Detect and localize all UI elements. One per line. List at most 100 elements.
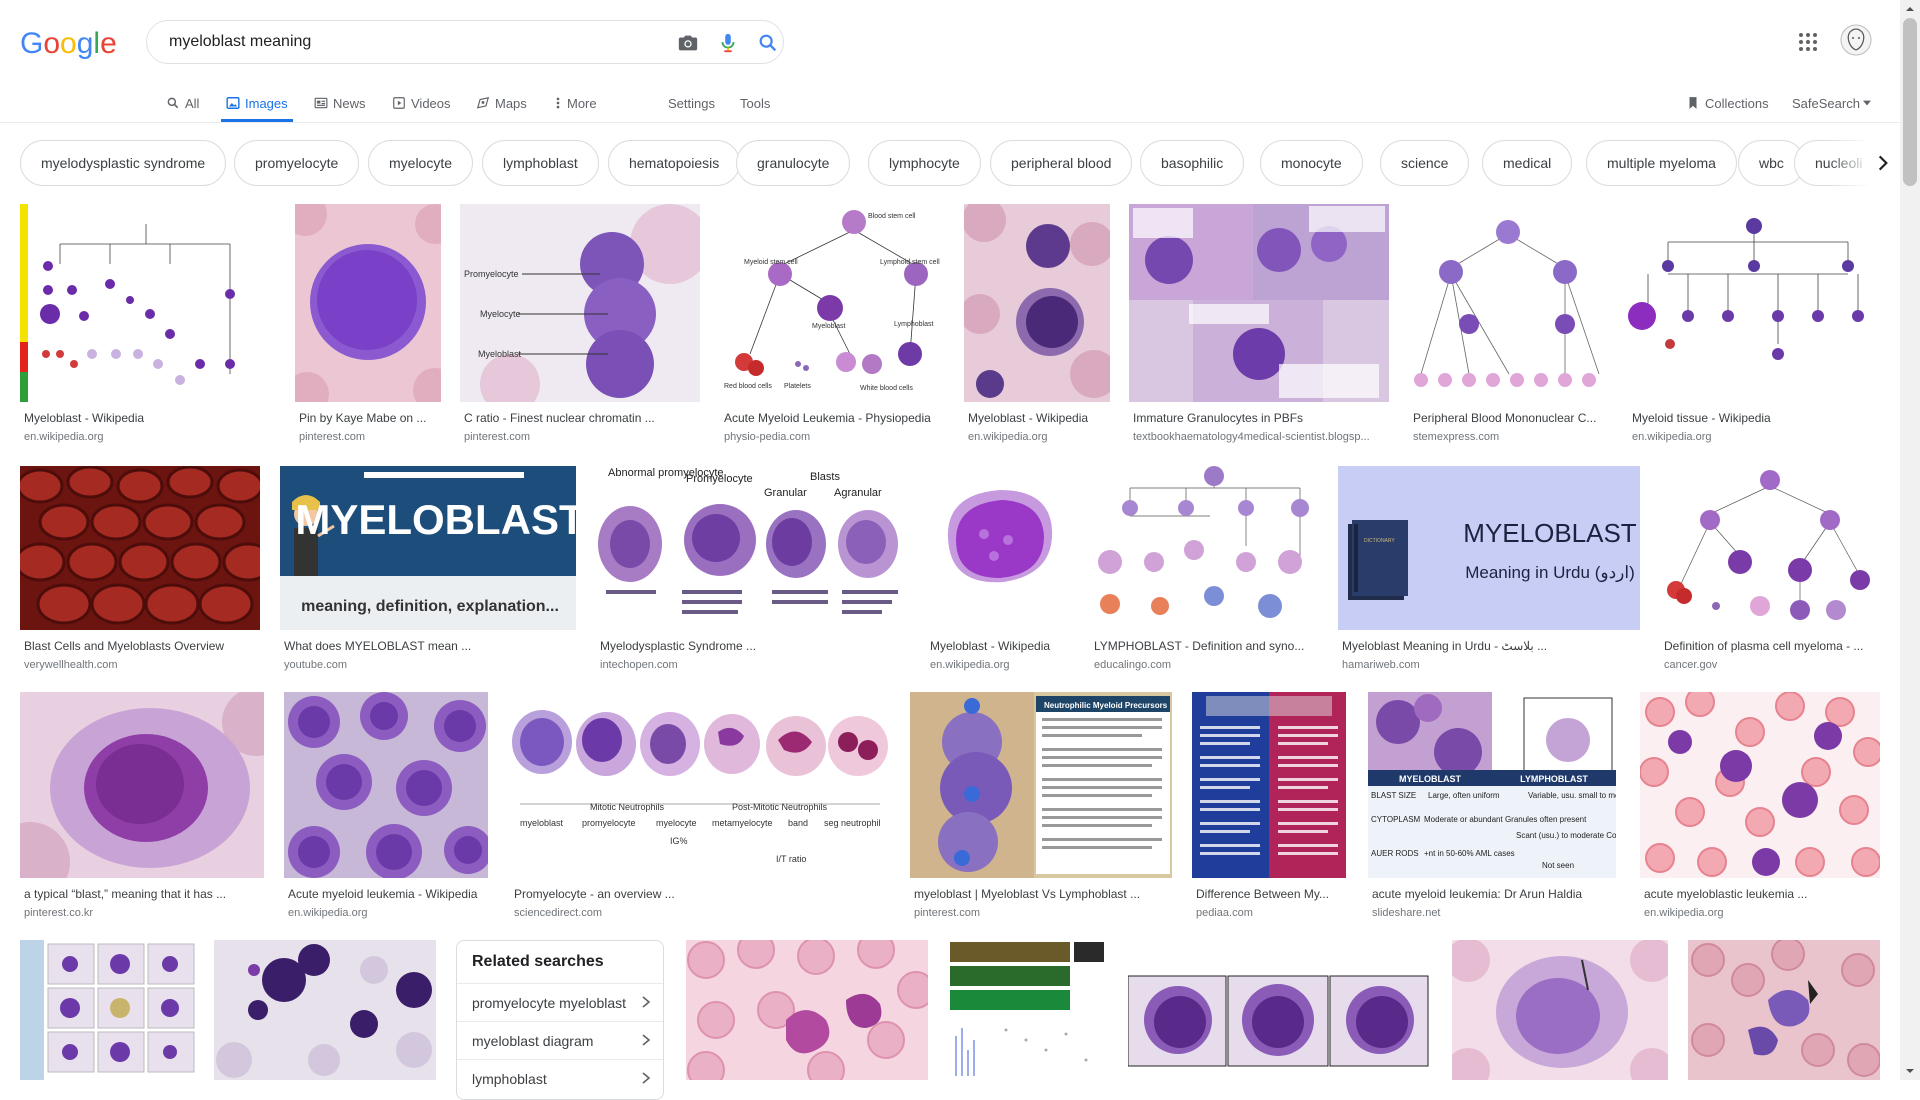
result-title[interactable]: Acute myeloid leukemia - Wikipedia [288,887,488,901]
image-result[interactable]: a typical “blast,” meaning that it has .… [20,692,264,922]
tab-videos[interactable]: Videos [392,84,451,122]
result-thumbnail[interactable] [1640,692,1880,878]
result-source[interactable]: en.wikipedia.org [1632,431,1880,443]
result-title[interactable]: Myeloblast Meaning in Urdu - بلاسٹ ... [1342,639,1640,653]
result-source[interactable]: en.wikipedia.org [24,431,272,443]
result-thumbnail[interactable] [20,940,196,1080]
result-source[interactable]: textbookhaematology4medical-scientist.bl… [1133,431,1389,443]
chip[interactable]: lymphoblast [482,140,599,186]
image-result[interactable]: Myeloblast - Wikipedia en.wikipedia.org [20,204,272,444]
image-result[interactable]: Pin by Kaye Mabe on ... pinterest.com [295,204,441,444]
search-input[interactable] [167,32,631,52]
result-source[interactable]: sciencedirect.com [514,907,890,919]
result-title[interactable]: acute myeloblastic leukemia ... [1644,887,1880,901]
result-thumbnail[interactable]: MYELOBLAST LYMPHOBLAST BLAST SIZE Large,… [1368,692,1616,878]
chip[interactable]: promyelocyte [234,140,360,186]
result-source[interactable]: en.wikipedia.org [288,907,488,919]
result-thumbnail[interactable] [20,692,264,878]
result-title[interactable]: Peripheral Blood Mononuclear C... [1413,411,1607,425]
result-thumbnail[interactable] [214,940,436,1080]
result-thumbnail[interactable]: Blood stem cell Myeloid stem cell Lympho… [720,204,944,402]
tab-settings[interactable]: Settings [668,84,715,122]
image-result[interactable]: Acute myeloid leukemia - Wikipedia en.wi… [284,692,488,922]
result-source[interactable]: pinterest.co.kr [24,907,264,919]
related-search-item[interactable]: lymphoblast [457,1059,663,1097]
result-source[interactable]: educalingo.com [1094,659,1318,671]
tab-more[interactable]: More [554,84,597,122]
result-thumbnail[interactable]: Neutrophilic Myeloid Precursors [910,692,1172,878]
result-thumbnail[interactable] [20,204,272,402]
image-result[interactable]: MYELOBLAST LYMPHOBLAST BLAST SIZE Large,… [1368,692,1616,922]
result-title[interactable]: Immature Granulocytes in PBFs [1133,411,1389,425]
result-thumbnail[interactable] [1090,466,1318,630]
result-thumbnail[interactable] [284,692,488,878]
image-result[interactable]: Immature Granulocytes in PBFs textbookha… [1129,204,1389,444]
result-thumbnail[interactable] [1452,940,1668,1080]
result-title[interactable]: Myeloblast - Wikipedia [24,411,272,425]
result-title[interactable]: C ratio - Finest nuclear chromatin ... [464,411,700,425]
result-source[interactable]: en.wikipedia.org [968,431,1110,443]
result-thumbnail[interactable] [20,466,260,630]
result-source[interactable]: en.wikipedia.org [1644,907,1880,919]
image-result[interactable]: Promyelocyte Myelocyte Myeloblast C rati… [460,204,700,444]
image-result[interactable]: Myeloid tissue - Wikipedia en.wikipedia.… [1628,204,1880,444]
result-title[interactable]: Acute Myeloid Leukemia - Physiopedia [724,411,944,425]
chip[interactable]: monocyte [1260,140,1363,186]
camera-icon[interactable] [677,32,699,54]
image-result[interactable]: Neutrophilic Myeloid Precursors myelobla… [910,692,1172,922]
scrollbar-thumb[interactable] [1903,18,1917,186]
chevron-right-icon[interactable] [1868,148,1898,178]
result-source[interactable]: physio-pedia.com [724,431,944,443]
tab-maps[interactable]: Maps [476,84,527,122]
result-thumbnail[interactable] [1628,204,1880,402]
result-title[interactable]: Promyelocyte - an overview ... [514,887,890,901]
result-title[interactable]: Myeloid tissue - Wikipedia [1632,411,1880,425]
microphone-icon[interactable] [717,32,739,54]
page-scrollbar[interactable] [1900,0,1920,1080]
result-thumbnail[interactable] [946,940,1108,1080]
result-title[interactable]: Myeloblast - Wikipedia [930,639,1070,653]
image-result[interactable]: Mitotic Neutrophils Post-Mitotic Neutrop… [510,692,890,922]
result-thumbnail[interactable]: Promyelocyte Myelocyte Myeloblast [460,204,700,402]
result-thumbnail[interactable] [686,940,928,1080]
google-logo[interactable]: Google [20,26,117,60]
result-thumbnail[interactable] [295,204,441,402]
tab-all[interactable]: All [166,84,199,122]
image-result[interactable] [946,940,1108,1080]
result-thumbnail[interactable] [964,204,1110,402]
result-source[interactable]: pinterest.com [464,431,700,443]
image-result[interactable]: LYMPHOBLAST - Definition and syno... edu… [1090,466,1318,676]
chip[interactable]: myelodysplastic syndrome [20,140,227,186]
image-result[interactable]: Definition of plasma cell myeloma - ... … [1660,466,1880,676]
image-result[interactable] [20,940,196,1080]
result-source[interactable]: stemexpress.com [1413,431,1607,443]
chip[interactable]: lymphocyte [868,140,981,186]
result-source[interactable]: pediaa.com [1196,907,1346,919]
chip[interactable]: granulocyte [736,140,851,186]
tab-news[interactable]: News [314,84,366,122]
chip[interactable]: science [1380,140,1470,186]
result-source[interactable]: intechopen.com [600,659,906,671]
image-result[interactable]: MYELOBLAST meaning, definition, explanat… [280,466,576,676]
result-thumbnail[interactable]: DICTIONARY MYELOBLAST Meaning in Urdu (ا… [1338,466,1640,630]
result-thumbnail[interactable] [1688,940,1880,1080]
result-title[interactable]: Pin by Kaye Mabe on ... [299,411,441,425]
chip[interactable]: hematopoiesis [608,140,741,186]
result-thumbnail[interactable]: MYELOBLAST meaning, definition, explanat… [280,466,576,630]
result-title[interactable]: Myeloblast - Wikipedia [968,411,1110,425]
tab-tools[interactable]: Tools [740,84,770,122]
result-thumbnail[interactable] [1129,204,1389,402]
result-thumbnail[interactable]: Mitotic Neutrophils Post-Mitotic Neutrop… [510,692,890,878]
result-thumbnail[interactable] [1409,204,1607,402]
image-result[interactable]: Peripheral Blood Mononuclear C... stemex… [1409,204,1607,444]
image-result[interactable] [1128,940,1432,1080]
search-icon[interactable] [757,32,779,54]
result-thumbnail[interactable] [1192,692,1346,878]
tab-images[interactable]: Images [221,84,293,122]
result-thumbnail[interactable]: Abnormal promyelocyte Promyelocyte Blast… [596,466,906,630]
result-source[interactable]: cancer.gov [1664,659,1880,671]
result-source[interactable]: pinterest.com [299,431,441,443]
result-title[interactable]: Blast Cells and Myeloblasts Overview [24,639,260,653]
result-source[interactable]: youtube.com [284,659,576,671]
avatar[interactable] [1840,24,1872,56]
